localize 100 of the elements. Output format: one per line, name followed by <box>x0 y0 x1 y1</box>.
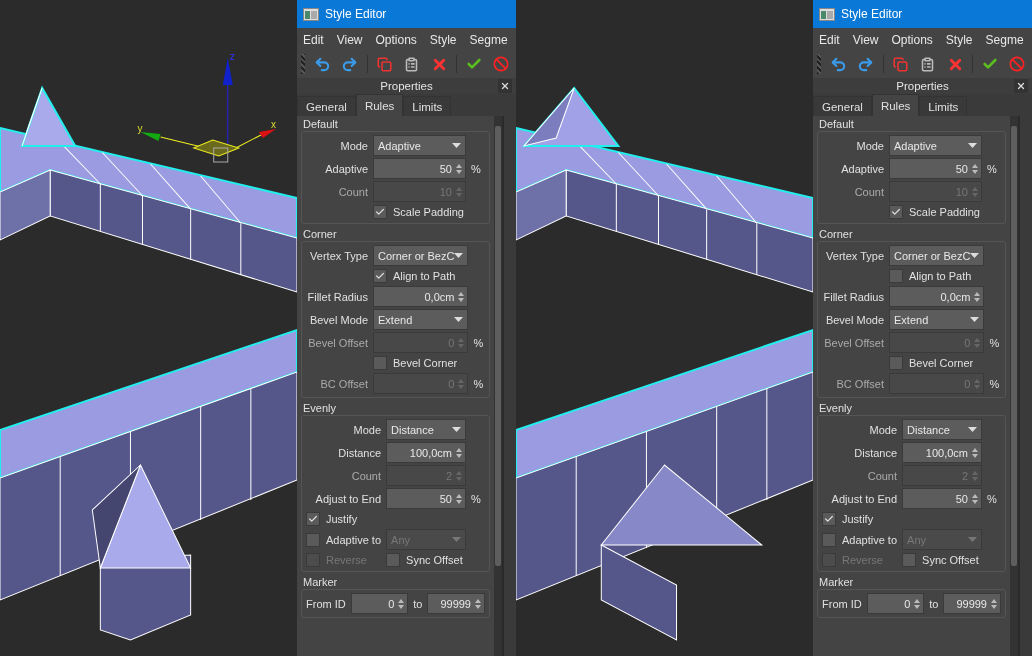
checkbox[interactable] <box>889 205 903 219</box>
field-label: Bevel Mode <box>308 313 368 326</box>
dropdown[interactable]: Extend <box>889 309 985 330</box>
tab[interactable]: Limits <box>403 96 452 116</box>
unit-label: % <box>471 492 482 505</box>
number-field[interactable]: 0,0cm <box>889 286 985 307</box>
dropdown[interactable]: Adaptive <box>889 135 982 156</box>
menu-item[interactable]: View <box>336 33 363 47</box>
menu-item[interactable]: View <box>852 33 879 47</box>
field-label: Adaptive <box>840 162 884 175</box>
close-button[interactable] <box>498 79 512 93</box>
number-field[interactable]: 100,0cm <box>386 442 466 463</box>
unit-label: % <box>989 377 1001 390</box>
group-title: Evenly <box>818 401 854 415</box>
checkmark-icon <box>981 56 998 72</box>
field-label: Fillet Radius <box>822 290 884 303</box>
checkbox-label: Bevel Corner <box>909 357 974 369</box>
tab[interactable]: Rules <box>355 94 404 116</box>
number-field[interactable]: 50 <box>373 158 466 179</box>
checkbox-label: Align to Path <box>909 270 972 282</box>
checkbox[interactable] <box>373 356 387 370</box>
field-label: Count <box>350 469 382 482</box>
number-field[interactable]: 50 <box>386 488 466 509</box>
checkbox[interactable] <box>386 553 401 567</box>
axis-label: y <box>137 123 143 134</box>
checkbox[interactable] <box>902 553 917 567</box>
menu-item[interactable]: Segme <box>985 33 1024 47</box>
checkbox-label: Adaptive to <box>842 533 898 546</box>
menu-item[interactable]: Style <box>945 33 973 47</box>
copy-icon <box>376 56 392 72</box>
menu-item[interactable]: Style <box>429 33 457 47</box>
unit-label: % <box>473 336 485 349</box>
dropdown[interactable]: Distance <box>386 419 466 440</box>
close-button[interactable] <box>1014 79 1028 93</box>
dropdown[interactable]: Extend <box>373 309 469 330</box>
checkbox[interactable] <box>889 269 903 283</box>
field-label: Count <box>853 185 884 198</box>
scrollbar[interactable] <box>494 116 502 656</box>
scrollbar-thumb[interactable] <box>495 126 501 566</box>
checkbox[interactable] <box>373 205 387 219</box>
checkbox[interactable] <box>822 512 836 526</box>
dropdown[interactable]: Adaptive <box>373 135 466 156</box>
field-label: Adaptive <box>324 162 368 175</box>
number-field[interactable]: 0 <box>350 593 409 614</box>
tab[interactable]: Rules <box>871 94 920 116</box>
group-title: Default <box>302 117 339 131</box>
menu-item[interactable]: Segme <box>469 33 508 47</box>
number-field[interactable]: 99999 <box>943 593 1001 614</box>
number-field[interactable]: 0,0cm <box>373 286 469 307</box>
menu-item[interactable]: Options <box>375 33 417 47</box>
caret-icon <box>452 427 461 432</box>
field-label: Count <box>866 469 898 482</box>
dropdown[interactable]: Corner or BezC <box>889 245 985 266</box>
menu-item[interactable]: Options <box>891 33 933 47</box>
scrollbar-thumb[interactable] <box>1011 126 1017 566</box>
dropdown[interactable]: Distance <box>902 419 982 440</box>
tab[interactable]: General <box>813 96 872 116</box>
number-field[interactable]: 50 <box>902 488 982 509</box>
checkbox-label: Justify <box>326 513 358 525</box>
tab[interactable]: Limits <box>919 96 968 116</box>
window-title: Style Editor <box>841 7 903 21</box>
checkbox[interactable] <box>306 512 320 526</box>
checkbox[interactable] <box>889 356 903 370</box>
field-label: From ID <box>822 597 862 610</box>
checkmark-icon <box>375 271 385 281</box>
number-field[interactable]: 100,0cm <box>902 442 982 463</box>
clipboard-icon <box>404 56 420 72</box>
menu-item[interactable]: Edit <box>303 33 324 47</box>
dropdown[interactable]: Corner or BezC <box>373 245 469 266</box>
undo-icon <box>829 55 847 73</box>
checkmark-icon <box>375 207 385 217</box>
number-field[interactable]: 0 <box>866 593 925 614</box>
checkbox[interactable] <box>306 532 320 547</box>
cancel-icon <box>1009 56 1026 72</box>
checkmark-icon <box>308 514 318 524</box>
scrollbar[interactable] <box>1010 116 1018 656</box>
caret-icon <box>454 317 464 322</box>
checkbox[interactable] <box>373 269 387 283</box>
menu-item[interactable]: Edit <box>819 33 840 47</box>
group-title: Marker <box>302 575 339 589</box>
checkmark-icon <box>465 56 482 72</box>
checkmark-icon <box>891 207 901 217</box>
group-title: Default <box>818 117 855 131</box>
toolbar-grip[interactable] <box>301 54 306 74</box>
window-icon <box>819 7 835 21</box>
caret-icon <box>452 537 461 542</box>
field-label: Adjust to End <box>830 492 898 505</box>
field-label: Distance <box>853 446 898 459</box>
number-field[interactable]: 99999 <box>427 593 485 614</box>
checkbox[interactable] <box>822 532 836 547</box>
window-icon <box>303 7 319 21</box>
number-field[interactable]: 50 <box>889 158 982 179</box>
tab[interactable]: General <box>297 96 356 116</box>
field-label: Adjust to End <box>314 492 382 505</box>
checkmark-icon <box>824 514 834 524</box>
properties-title: Properties <box>896 80 949 92</box>
toolbar-grip[interactable] <box>817 54 822 74</box>
group-title: Corner <box>302 227 338 241</box>
caret-icon <box>970 317 980 322</box>
field-label: Bevel Offset <box>823 336 884 349</box>
